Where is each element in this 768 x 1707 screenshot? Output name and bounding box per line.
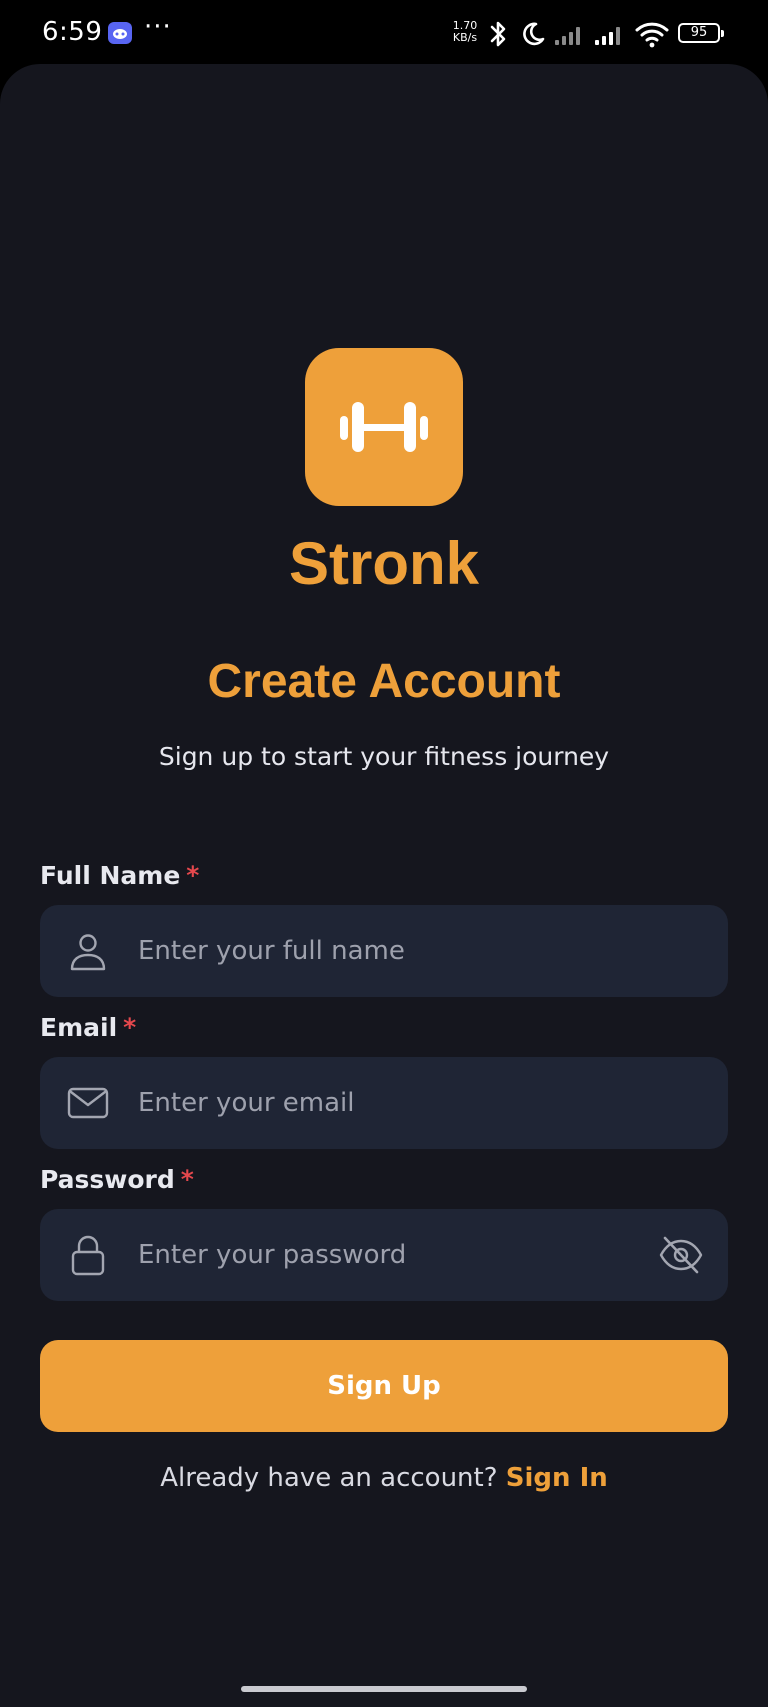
signin-prompt-row: Already have an account? Sign In (0, 1460, 768, 1496)
full-name-label-text: Full Name (40, 861, 181, 890)
dumbbell-icon (340, 402, 428, 452)
status-bar: 6:59 ··· 1.70 KB/s 95 (0, 0, 768, 64)
lock-icon (71, 1235, 105, 1276)
password-label: Password * (40, 1164, 194, 1196)
network-speed: 1.70 KB/s (448, 20, 482, 44)
bluetooth-icon (490, 21, 506, 47)
battery-icon: 95 (678, 23, 724, 43)
status-time: 6:59 (42, 17, 103, 47)
wifi-icon (635, 22, 669, 48)
user-icon (70, 934, 106, 971)
password-input[interactable]: Enter your password (138, 1209, 406, 1301)
required-marker: * (186, 861, 200, 890)
full-name-label: Full Name * (40, 860, 199, 892)
discord-icon (108, 22, 132, 44)
app-logo (305, 348, 463, 506)
page-title: Create Account (207, 655, 561, 708)
do-not-disturb-moon-icon (523, 22, 545, 46)
email-input[interactable]: Enter your email (138, 1057, 354, 1149)
required-marker: * (123, 1013, 137, 1042)
signal-icon (555, 27, 580, 45)
signin-prompt-text: Already have an account? (160, 1463, 498, 1493)
more-dots-icon: ··· (144, 12, 172, 42)
mail-icon (67, 1087, 109, 1119)
signup-button[interactable]: Sign Up (40, 1340, 728, 1432)
full-name-input[interactable]: Enter your full name (138, 905, 405, 997)
password-label-text: Password (40, 1165, 175, 1194)
home-indicator[interactable] (241, 1686, 527, 1692)
password-field[interactable]: Enter your password (40, 1209, 728, 1301)
full-name-field[interactable]: Enter your full name (40, 905, 728, 997)
email-field[interactable]: Enter your email (40, 1057, 728, 1149)
signin-link[interactable]: Sign In (506, 1463, 608, 1493)
required-marker: * (180, 1165, 194, 1194)
brand-name: Stronk (288, 530, 480, 597)
email-label: Email * (40, 1012, 136, 1044)
signal-icon (595, 27, 620, 45)
page-subtitle: Sign up to start your fitness journey (158, 742, 610, 771)
eye-off-icon[interactable] (658, 1233, 704, 1277)
email-label-text: Email (40, 1013, 118, 1042)
network-speed-unit: KB/s (452, 31, 478, 44)
